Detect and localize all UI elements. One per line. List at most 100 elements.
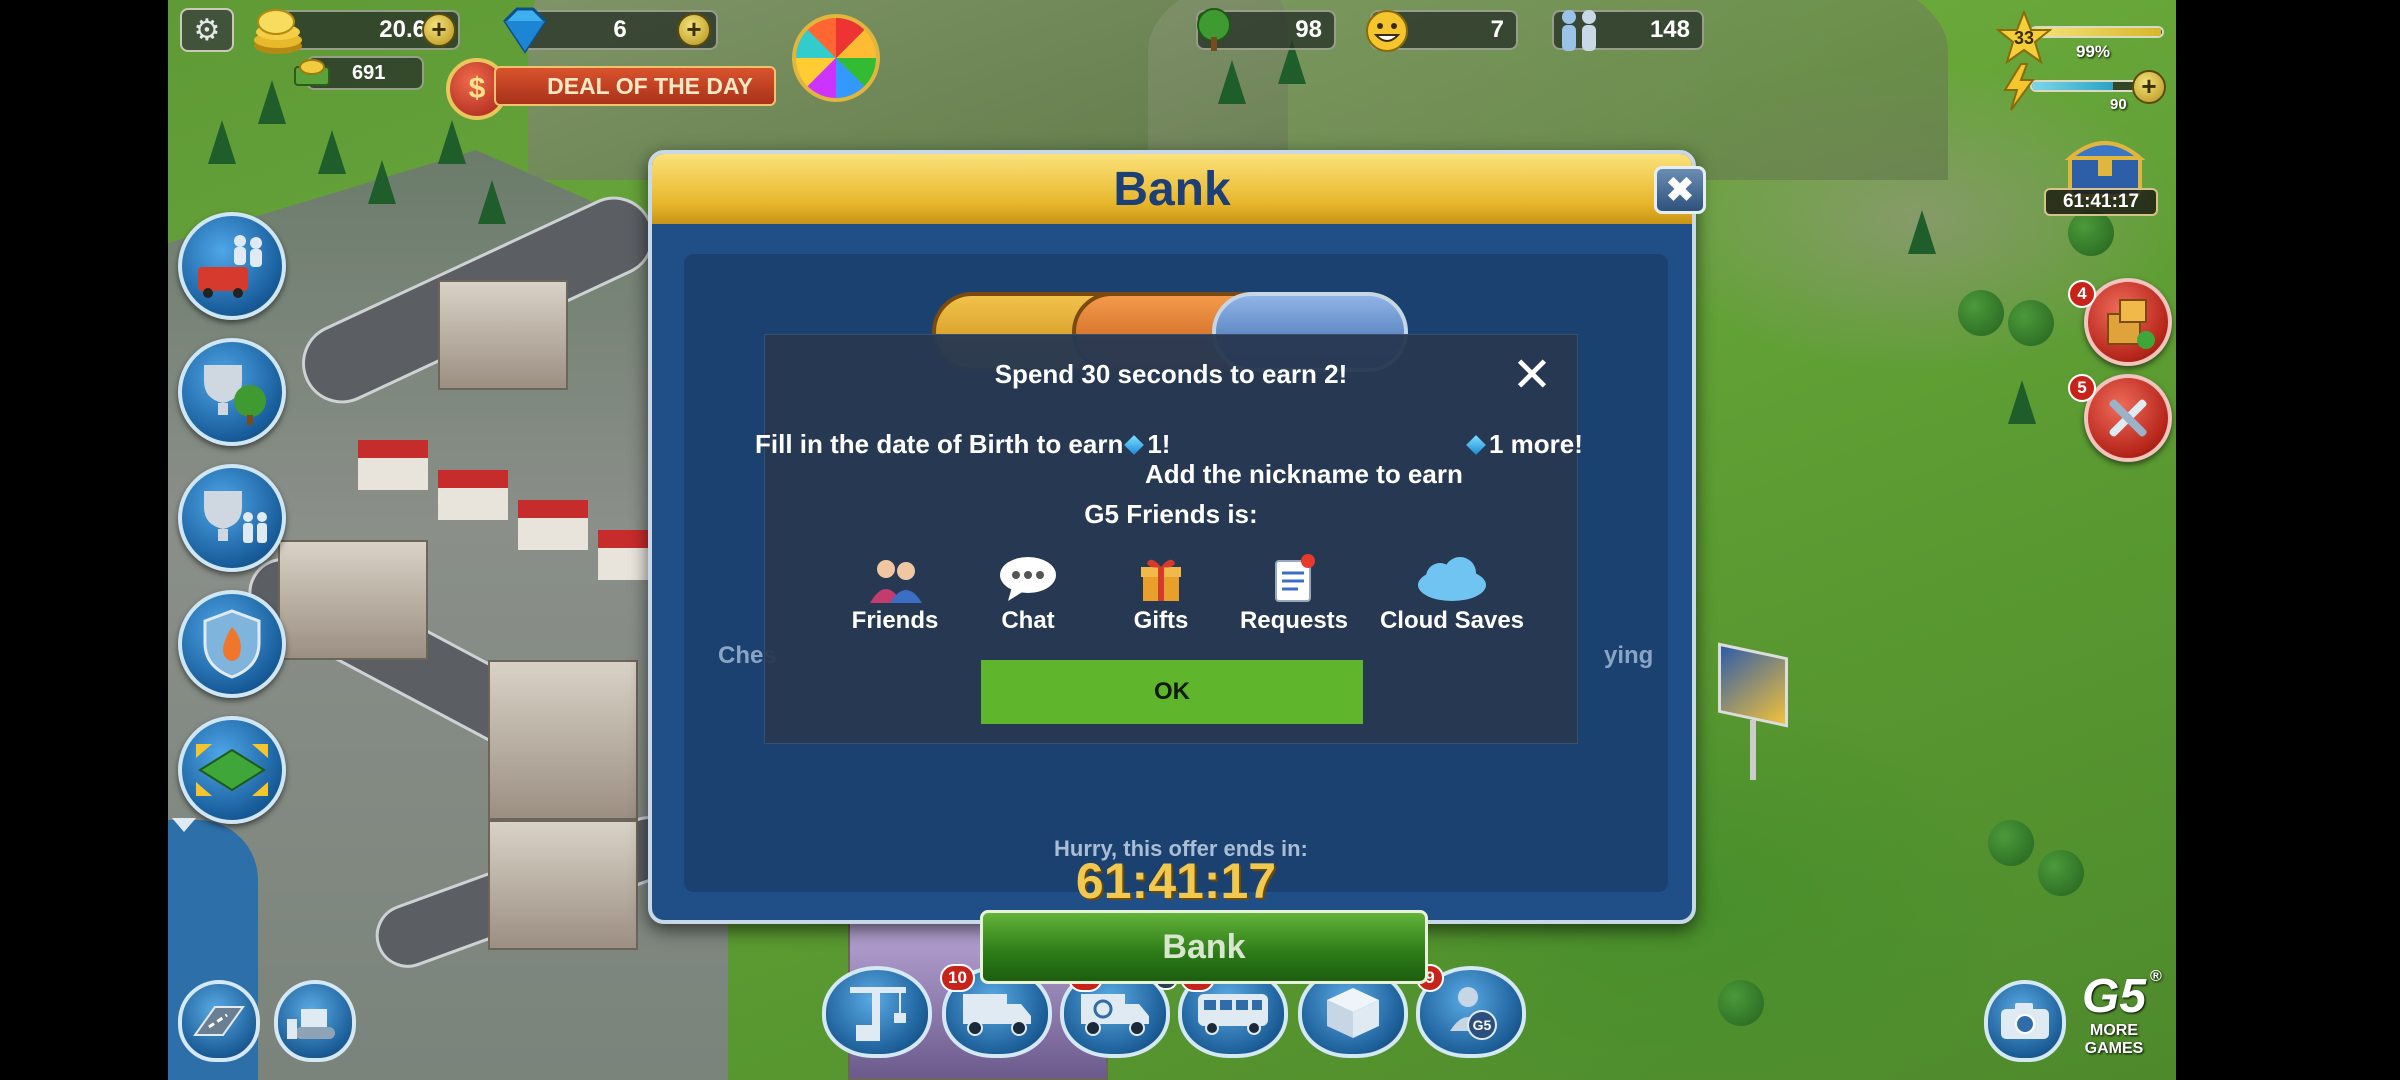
tree (258, 80, 286, 124)
house[interactable] (358, 440, 428, 490)
friends-icon (870, 560, 922, 603)
transport-quest-button[interactable] (178, 212, 286, 320)
house[interactable] (438, 470, 508, 520)
fortune-wheel[interactable] (792, 14, 880, 102)
demolish-button[interactable] (274, 980, 356, 1062)
feature-label: Gifts (1133, 607, 1189, 634)
tree (438, 120, 466, 164)
tree (208, 120, 236, 164)
bus-icon (1198, 994, 1268, 1035)
feature-friends: Friends (825, 547, 965, 635)
recycle-truck-icon (1081, 994, 1149, 1036)
repair-badge: 5 (2068, 374, 2096, 402)
deal-label: DEAL OF THE DAY (547, 72, 753, 99)
hospital-building[interactable] (278, 540, 428, 660)
ok-label: OK (1154, 678, 1190, 705)
tree (1218, 60, 1246, 104)
warehouse-button[interactable] (2084, 278, 2172, 366)
bush (1958, 290, 2004, 336)
tree (368, 160, 396, 204)
bank-button[interactable]: Bank (980, 910, 1428, 984)
expand-territory-button[interactable] (178, 716, 286, 824)
roads-button[interactable] (178, 980, 260, 1062)
chest-timer: 61:41:17 (2044, 188, 2158, 216)
trophy-people-icon (204, 491, 267, 543)
trucks-badge: 10 (940, 964, 975, 992)
eco-goblet-button[interactable] (178, 338, 286, 446)
bank-title: Bank (1113, 162, 1231, 216)
crane-icon (850, 987, 906, 1041)
cloud-icon (1418, 557, 1486, 601)
fire-shield-icon (203, 609, 261, 679)
games-label: GAMES (2084, 1040, 2144, 1057)
gem-icon (494, 4, 556, 56)
nickname-reward: 1 more! (1489, 429, 1583, 459)
feature-label: Chat (1001, 607, 1055, 634)
population-icon (1552, 6, 1606, 56)
add-coins-button[interactable]: + (422, 13, 456, 47)
bank-description-right: ying (1604, 642, 1654, 669)
gear-icon: ⚙ (193, 12, 221, 48)
collapse-arrow-icon[interactable] (172, 818, 196, 832)
feature-requests: Requests (1224, 547, 1364, 635)
features-heading: G5 Friends is: (1084, 499, 1258, 529)
gem-icon (1466, 435, 1486, 456)
tree (478, 180, 506, 224)
add-energy-button[interactable]: + (2132, 70, 2166, 104)
dialog-title: Spend 30 seconds to earn 2! (994, 359, 1348, 389)
deal-of-the-day-button[interactable]: DEAL OF THE DAY (494, 66, 776, 106)
trees-value: 98 (1295, 16, 1322, 43)
boxes-icon (2107, 299, 2155, 349)
smiley-icon (1362, 6, 1412, 56)
birth-date-line: Fill in the date of Birth to earn 1! (755, 429, 1170, 460)
xp-percent: 99% (2076, 42, 2111, 61)
more-games-button[interactable]: G5 ® MORE GAMES (2064, 968, 2164, 1072)
camera-icon (2001, 1003, 2049, 1039)
apartment-building[interactable] (488, 660, 638, 820)
energy-value: 90 (2110, 96, 2127, 113)
road-icon (193, 1006, 245, 1036)
bush (2008, 300, 2054, 346)
feature-label: Cloud Saves (1379, 607, 1525, 634)
feature-label: Requests (1239, 607, 1349, 634)
expand-icon (196, 744, 268, 796)
bank-button-label: Bank (1162, 927, 1246, 966)
population-value: 148 (1649, 16, 1690, 43)
apartment-building[interactable] (488, 820, 638, 950)
school-building[interactable] (438, 280, 568, 390)
gem-icon (1124, 435, 1145, 456)
population-goblet-button[interactable] (178, 464, 286, 572)
feature-label: Friends (851, 607, 939, 634)
repair-button[interactable] (2084, 374, 2172, 462)
add-gems-button[interactable]: + (677, 13, 711, 47)
bush (1718, 980, 1764, 1026)
build-button[interactable] (822, 966, 932, 1058)
level-value: 33 (2013, 27, 2035, 48)
lightning-icon (2000, 62, 2038, 112)
bulldozer-icon (287, 1009, 335, 1039)
feature-cloud-saves: Cloud Saves (1377, 547, 1527, 635)
house[interactable] (518, 500, 588, 550)
camera-button[interactable] (1984, 980, 2066, 1062)
g5-friends-dialog: Spend 30 seconds to earn 2! ✕ Fill in th… (755, 334, 1583, 744)
bank-close-button[interactable]: ✖ (1654, 166, 1706, 214)
chat-icon (1000, 557, 1056, 601)
fire-safety-button[interactable] (178, 590, 286, 698)
billboard[interactable] (1718, 642, 1788, 728)
more-label: MORE (2090, 1022, 2138, 1039)
nickname-label: Add the nickname to earn (1145, 459, 1463, 489)
energy-bar-fill (2032, 82, 2113, 90)
billboard-pole (1750, 720, 1756, 780)
feature-gifts: Gifts (1091, 547, 1231, 635)
truck-icon (963, 994, 1031, 1036)
level-star[interactable]: 33 (1996, 10, 2052, 66)
dialog-close-button[interactable]: ✕ (1509, 351, 1555, 399)
box-icon (1327, 988, 1379, 1038)
tree-icon (1190, 6, 1238, 54)
close-icon: ✖ (1664, 169, 1696, 211)
settings-button[interactable]: ⚙ (180, 8, 234, 52)
bush (1988, 820, 2034, 866)
nickname-reward-line: 1 more! (1465, 429, 1583, 460)
ok-button[interactable]: OK (981, 660, 1363, 724)
gift-icon (1141, 559, 1181, 601)
